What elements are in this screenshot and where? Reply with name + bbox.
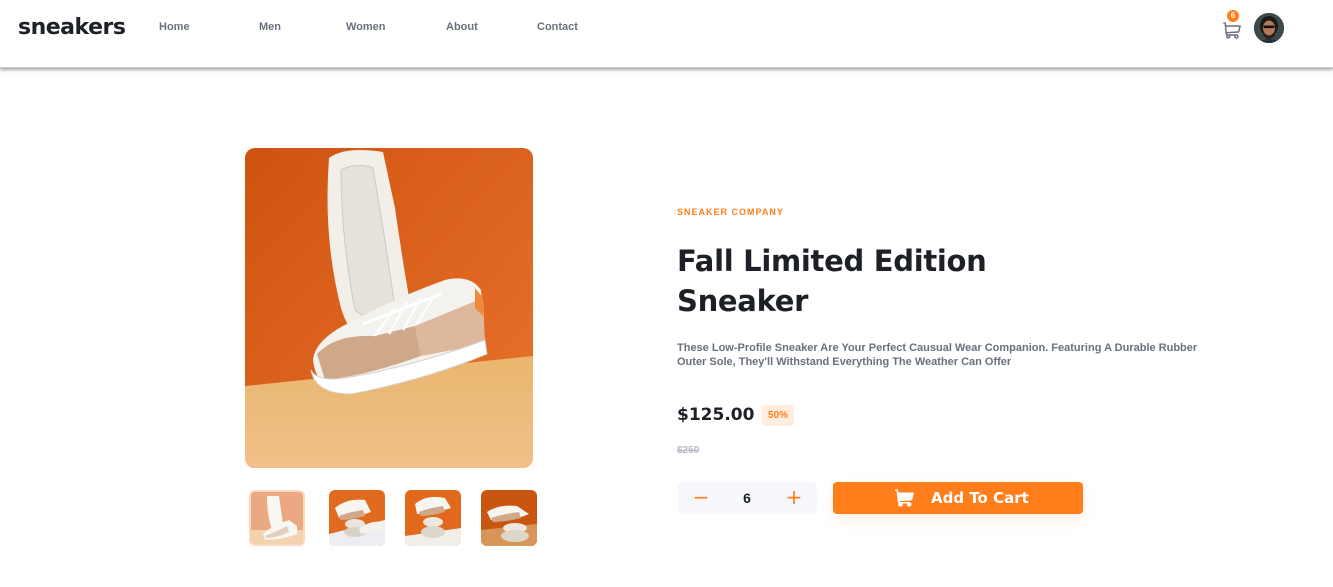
- current-price: $125.00: [677, 405, 755, 425]
- nav-link-women[interactable]: Women: [346, 21, 386, 33]
- thumbnail-3[interactable]: [405, 490, 461, 546]
- cart-icon: [1223, 22, 1241, 39]
- thumbnail-1[interactable]: [249, 490, 305, 546]
- cart-count-badge: 6: [1227, 10, 1239, 22]
- nav-link-contact[interactable]: Contact: [537, 21, 578, 33]
- original-price: $250: [677, 445, 700, 456]
- cart-icon: [895, 489, 914, 507]
- product-main-image[interactable]: [245, 148, 533, 468]
- discount-badge: 50%: [762, 405, 794, 426]
- thumbnail-image: [405, 490, 461, 546]
- add-to-cart-button[interactable]: Add To Cart: [833, 482, 1083, 514]
- quantity-value: 6: [743, 490, 751, 506]
- product-title-line-2: Sneaker: [677, 284, 809, 318]
- nav-link-about[interactable]: About: [446, 21, 478, 33]
- sneaker-image: [245, 148, 533, 468]
- top-navbar: sneakers Home Men Women About Contact 6: [0, 0, 1333, 68]
- thumbnail-2[interactable]: [329, 490, 385, 546]
- thumbnail-image: [251, 492, 303, 544]
- cart-button[interactable]: 6: [1223, 10, 1245, 42]
- product-title: Fall Limited Edition Sneaker: [677, 241, 1017, 321]
- nav-link-home[interactable]: Home: [159, 21, 190, 33]
- nav-link-men[interactable]: Men: [259, 21, 281, 33]
- increase-quantity-button[interactable]: +: [778, 482, 810, 514]
- thumbnail-image: [481, 490, 537, 546]
- add-to-cart-label: Add To Cart: [931, 489, 1029, 507]
- thumbnail-image: [329, 490, 385, 546]
- avatar-image: [1254, 13, 1284, 43]
- decrease-quantity-button[interactable]: −: [685, 482, 717, 514]
- company-name: SNEAKER COMPANY: [677, 207, 784, 217]
- brand-logo[interactable]: sneakers: [18, 15, 126, 40]
- thumbnail-4[interactable]: [481, 490, 537, 546]
- user-avatar[interactable]: [1254, 13, 1284, 43]
- product-description: These Low-Profile Sneaker Are Your Perfe…: [677, 342, 1198, 368]
- product-title-line-1: Fall Limited Edition: [677, 244, 987, 278]
- quantity-stepper: − 6 +: [677, 482, 817, 514]
